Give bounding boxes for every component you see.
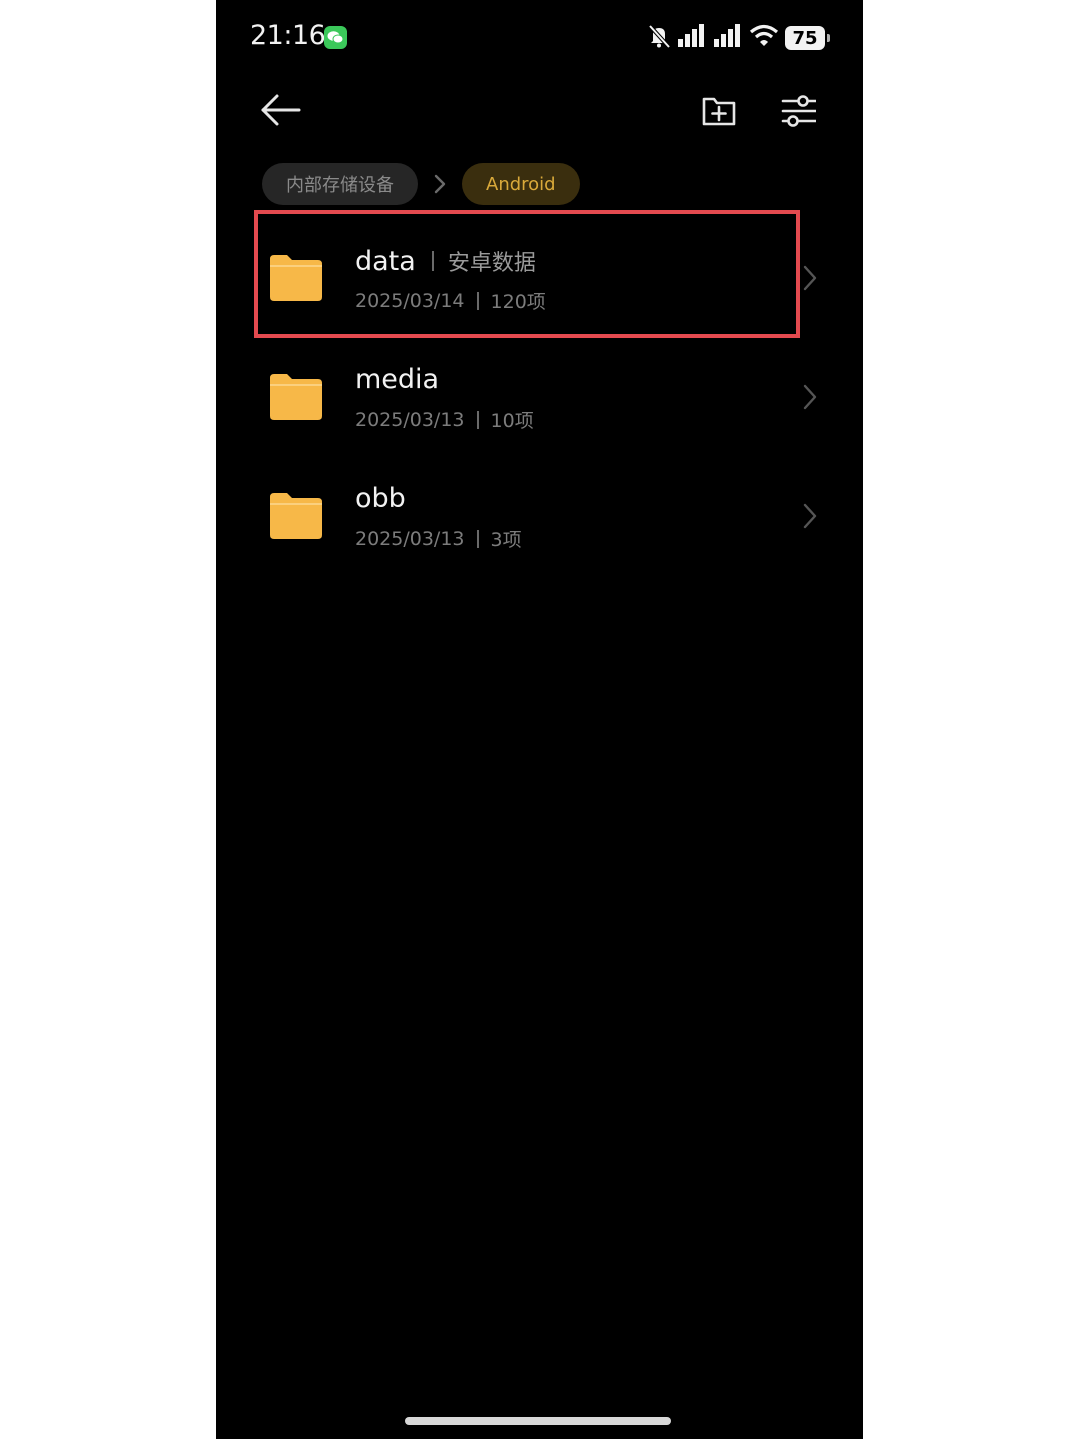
battery-indicator: 75 — [785, 26, 830, 50]
breadcrumb-root[interactable]: 内部存储设备 — [262, 163, 418, 205]
file-row-data[interactable]: data 安卓数据 2025/03/14 120项 — [216, 219, 863, 338]
new-folder-icon — [702, 97, 736, 126]
folder-icon — [270, 255, 322, 301]
divider — [476, 291, 479, 310]
phone-screen: 21:16 75 内部存储设备 Android data 安卓数据 2025/0… — [216, 0, 863, 1439]
signal-icon — [677, 24, 707, 52]
divider — [476, 529, 479, 548]
file-name: obb — [355, 483, 406, 514]
chevron-right-icon — [418, 163, 462, 205]
file-alias: 安卓数据 — [447, 251, 536, 276]
status-time: 21:16 — [250, 20, 326, 51]
new-folder-button[interactable] — [701, 93, 737, 129]
file-count: 3项 — [490, 529, 522, 551]
wechat-icon — [324, 26, 347, 49]
file-date: 2025/03/13 — [355, 527, 465, 550]
mute-bell-icon — [647, 23, 671, 53]
file-name: data — [355, 245, 416, 277]
settings-button[interactable] — [780, 93, 818, 129]
chevron-right-icon — [803, 384, 817, 410]
chevron-right-icon — [803, 503, 817, 529]
divider — [431, 251, 434, 271]
breadcrumb-current[interactable]: Android — [462, 163, 580, 205]
wifi-icon — [749, 24, 779, 52]
signal-icon — [713, 24, 743, 52]
file-date: 2025/03/14 — [355, 289, 465, 312]
file-list: data 安卓数据 2025/03/14 120项 media 2025/03/… — [216, 219, 863, 576]
file-count: 10项 — [490, 410, 534, 432]
back-button[interactable] — [260, 92, 302, 128]
file-row-obb[interactable]: obb 2025/03/13 3项 — [216, 457, 863, 576]
file-row-media[interactable]: media 2025/03/13 10项 — [216, 338, 863, 457]
back-arrow-icon — [261, 94, 301, 126]
divider — [476, 410, 479, 429]
folder-icon — [270, 493, 322, 539]
folder-icon — [270, 374, 322, 420]
file-date: 2025/03/13 — [355, 408, 465, 431]
file-name: media — [355, 364, 440, 395]
file-count: 120项 — [490, 291, 546, 313]
status-icons: 75 — [647, 22, 830, 54]
chevron-right-icon — [803, 265, 817, 291]
home-indicator[interactable] — [405, 1417, 671, 1425]
sliders-icon — [781, 95, 818, 127]
breadcrumb: 内部存储设备 Android — [262, 163, 580, 205]
